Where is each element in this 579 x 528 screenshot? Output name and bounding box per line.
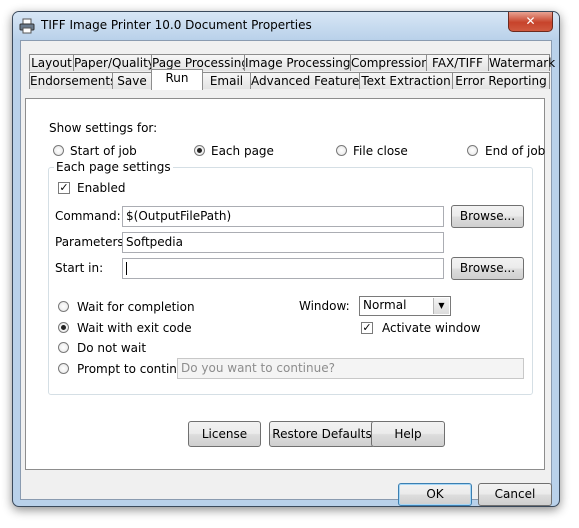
prompt-input[interactable]: Do you want to continue? xyxy=(177,358,524,379)
radio-wait-for-completion[interactable] xyxy=(58,301,69,312)
tab-endorsements[interactable]: Endorsements xyxy=(29,72,116,89)
radio-file-close-label[interactable]: File close xyxy=(353,144,408,158)
tab-row-top: Layout Paper/Quality Page Processing Ima… xyxy=(29,54,555,72)
run-tab-panel: Show settings for: Start of job Each pag… xyxy=(25,98,545,470)
each-page-settings-group: Each page settings ✓ Enabled Command: $(… xyxy=(48,160,533,395)
radio-start-of-job[interactable] xyxy=(53,145,64,156)
command-input[interactable]: $(OutputFilePath) xyxy=(122,206,444,227)
text-caret xyxy=(126,262,127,275)
radio-file-close[interactable] xyxy=(336,145,347,156)
window-select[interactable]: Normal ▼ xyxy=(359,296,451,316)
parameters-input[interactable]: Softpedia xyxy=(122,232,444,253)
start-in-browse-button[interactable]: Browse... xyxy=(451,257,524,280)
radio-end-of-job-label[interactable]: End of job xyxy=(485,144,545,158)
window-title: TIFF Image Printer 10.0 Document Propert… xyxy=(41,18,312,32)
radio-do-not-wait[interactable] xyxy=(58,342,69,353)
close-button[interactable]: ✕ xyxy=(508,12,553,32)
radio-each-page-label[interactable]: Each page xyxy=(211,144,274,158)
tab-row-bottom: Endorsements Save Run Email Advanced Fea… xyxy=(29,69,550,90)
group-title: Each page settings xyxy=(54,160,173,174)
start-in-input[interactable] xyxy=(122,258,444,279)
activate-window-label[interactable]: Activate window xyxy=(382,321,481,335)
cancel-button[interactable]: Cancel xyxy=(478,483,552,506)
radio-start-of-job-label[interactable]: Start of job xyxy=(70,144,137,158)
tab-image-processing[interactable]: Image Processing xyxy=(244,54,351,71)
enabled-checkbox[interactable]: ✓ xyxy=(58,182,70,194)
tab-save[interactable]: Save xyxy=(112,72,152,89)
tab-compression[interactable]: Compression xyxy=(350,54,429,71)
tab-text-extraction[interactable]: Text Extraction xyxy=(359,72,453,89)
command-browse-button[interactable]: Browse... xyxy=(451,205,524,228)
radio-end-of-job[interactable] xyxy=(467,145,478,156)
tab-fax-tiff[interactable]: FAX/TIFF xyxy=(426,54,489,71)
tab-email[interactable]: Email xyxy=(202,72,251,89)
command-label: Command: xyxy=(55,209,121,223)
printer-icon xyxy=(19,18,35,34)
radio-do-not-wait-label[interactable]: Do not wait xyxy=(77,341,146,355)
radio-prompt-to-continue[interactable] xyxy=(58,363,69,374)
radio-wait-with-exit-code-label[interactable]: Wait with exit code xyxy=(77,321,192,335)
show-settings-label: Show settings for: xyxy=(49,121,158,135)
tab-layout[interactable]: Layout xyxy=(29,54,74,71)
restore-defaults-button[interactable]: Restore Defaults xyxy=(269,421,375,447)
ok-button[interactable]: OK xyxy=(398,483,472,506)
start-in-label: Start in: xyxy=(55,261,104,275)
window-label: Window: xyxy=(299,299,350,313)
tab-error-reporting[interactable]: Error Reporting xyxy=(452,72,550,89)
chevron-down-icon[interactable]: ▼ xyxy=(433,298,449,314)
title-bar[interactable]: TIFF Image Printer 10.0 Document Propert… xyxy=(13,12,559,40)
parameters-label: Parameters: xyxy=(55,235,128,249)
license-button[interactable]: License xyxy=(188,421,261,447)
help-button[interactable]: Help xyxy=(371,421,445,447)
tab-advanced-features[interactable]: Advanced Features xyxy=(250,72,366,89)
enabled-label[interactable]: Enabled xyxy=(77,181,126,195)
dialog-window: TIFF Image Printer 10.0 Document Propert… xyxy=(12,11,560,507)
radio-each-page[interactable] xyxy=(194,145,205,156)
radio-wait-for-completion-label[interactable]: Wait for completion xyxy=(77,300,195,314)
dialog-client-area: Layout Paper/Quality Page Processing Ima… xyxy=(20,40,555,506)
radio-wait-with-exit-code[interactable] xyxy=(58,322,69,333)
tab-watermark[interactable]: Watermark xyxy=(488,54,555,71)
window-select-value: Normal xyxy=(363,298,407,312)
tab-run[interactable]: Run xyxy=(151,69,203,90)
tab-paper-quality[interactable]: Paper/Quality xyxy=(73,54,155,71)
activate-window-checkbox[interactable]: ✓ xyxy=(361,322,373,334)
